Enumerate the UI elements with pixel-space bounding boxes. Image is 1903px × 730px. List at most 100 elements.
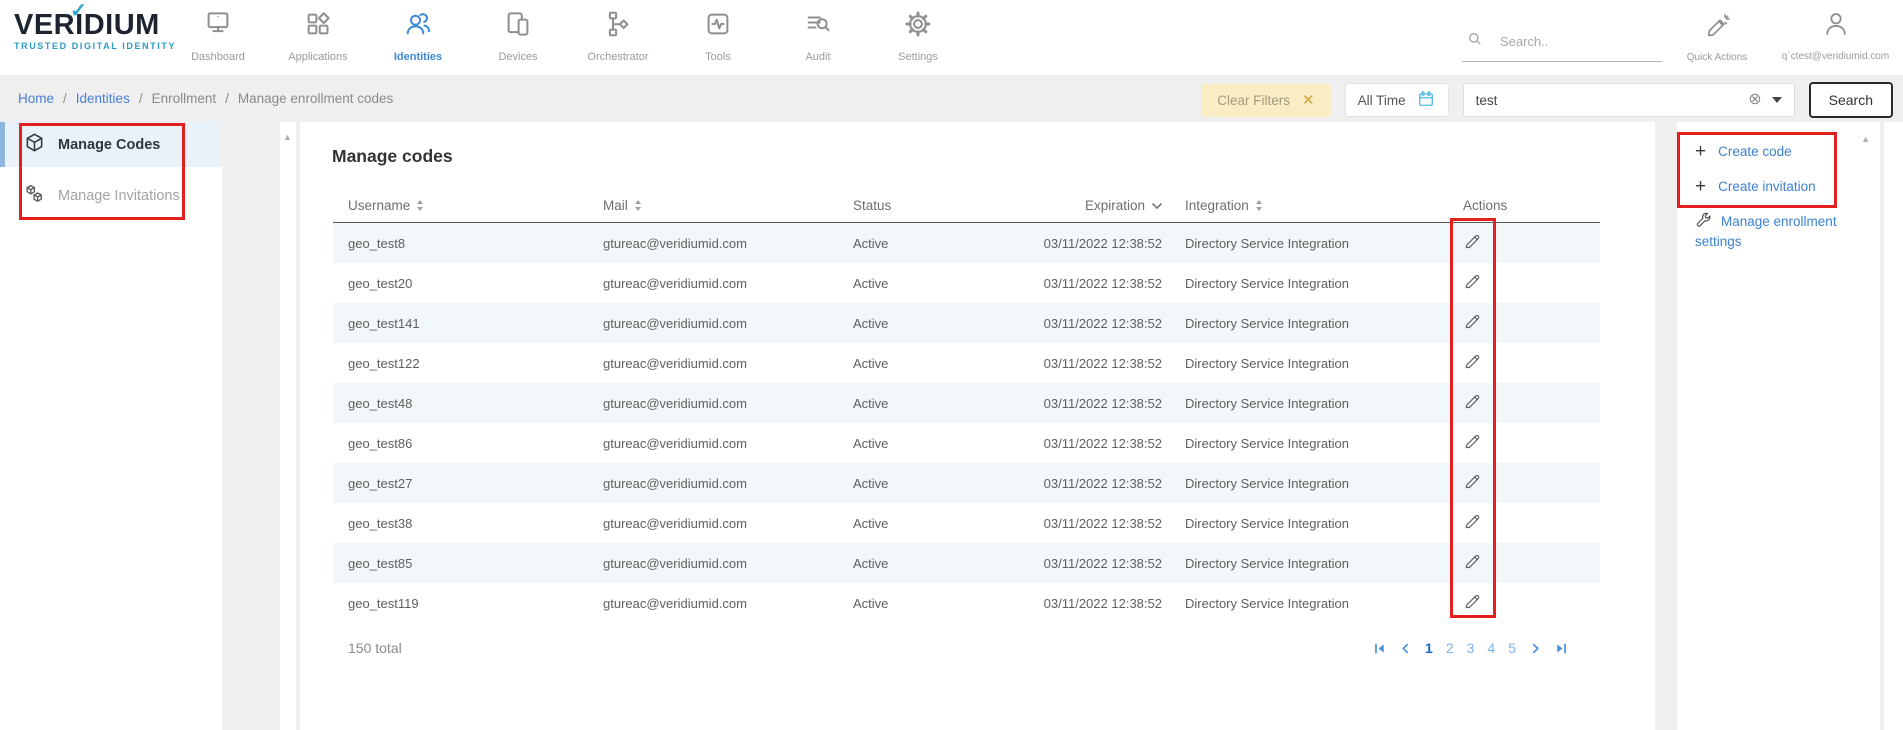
nav-item-orchestrator[interactable]: Orchestrator [568,0,668,75]
cell-mail: gtureac@veridiumid.com [603,356,853,371]
page-number[interactable]: 3 [1467,640,1475,656]
column-header-mail[interactable]: Mail [603,198,853,213]
pagination-pages: 12345 [1425,640,1516,656]
cell-integration: Directory Service Integration [1178,556,1440,571]
cell-mail: gtureac@veridiumid.com [603,436,853,451]
cell-username: geo_test38 [333,516,603,531]
nav-item-audit[interactable]: Audit [768,0,868,75]
breadcrumb: Home / Identities / Enrollment / Manage … [0,91,393,106]
edit-pencil-icon[interactable] [1463,272,1482,291]
cell-integration: Directory Service Integration [1178,236,1440,251]
column-header-expiration[interactable]: Expiration [1033,198,1178,213]
cell-expiration: 03/11/2022 12:38:52 [1033,476,1178,491]
cell-status: Active [853,516,1033,531]
cell-expiration: 03/11/2022 12:38:52 [1033,316,1178,331]
search-button[interactable]: Search [1809,82,1893,118]
clear-search-icon[interactable]: ⊗ [1748,92,1761,108]
cell-mail: gtureac@veridiumid.com [603,516,853,531]
user-menu[interactable]: q`ctest@veridiumid.com [1768,10,1903,62]
search-icon [1466,30,1484,53]
edit-pencil-icon[interactable] [1463,392,1482,411]
sort-icon [417,200,423,211]
sidebar-item-manage-codes[interactable]: Manage Codes [0,122,222,167]
cell-integration: Directory Service Integration [1178,596,1440,611]
edit-pencil-icon[interactable] [1463,472,1482,491]
cell-integration: Directory Service Integration [1178,396,1440,411]
clear-filters-button[interactable]: Clear Filters ✕ [1201,84,1330,117]
page-number[interactable]: 2 [1446,640,1454,656]
veridium-logo[interactable]: VER✓IDIUM TRUSTED DIGITAL IDENTITY [14,10,176,51]
nav-label: Devices [498,51,537,63]
sidebar-item-manage-invitations[interactable]: Manage Invitations [0,173,222,218]
create-code-button[interactable]: + Create code [1695,142,1866,161]
nav-label: Orchestrator [587,51,648,63]
column-header-status[interactable]: Status [853,198,1033,213]
cell-status: Active [853,356,1033,371]
breadcrumb-enrollment: Enrollment [152,91,217,106]
cell-username: geo_test141 [333,316,603,331]
sidebar-scrollbar[interactable]: ▲ [280,122,296,730]
edit-pencil-icon[interactable] [1463,512,1482,531]
cubes-icon [24,183,45,208]
column-header-integration[interactable]: Integration [1178,198,1440,213]
last-page-icon[interactable] [1555,642,1568,655]
edit-pencil-icon[interactable] [1463,592,1482,611]
table-row: geo_test86 gtureac@veridiumid.com Active… [333,423,1600,463]
next-page-icon[interactable] [1529,642,1542,655]
cell-integration: Directory Service Integration [1178,356,1440,371]
cell-expiration: 03/11/2022 12:38:52 [1033,516,1178,531]
audit-icon [803,9,833,44]
logo-check-icon: ✓ [70,0,87,26]
page-scrollbar[interactable] [1884,122,1903,730]
global-search-input[interactable] [1500,34,1650,49]
cube-icon [24,132,45,157]
plus-icon: + [1695,177,1706,196]
page-number[interactable]: 1 [1425,640,1433,656]
sort-icon [635,200,641,211]
nav-item-devices[interactable]: Devices [468,0,568,75]
chevron-down-icon[interactable] [1772,97,1782,103]
table-row: geo_test48 gtureac@veridiumid.com Active… [333,383,1600,423]
cell-username: geo_test8 [333,236,603,251]
sidebar-item-label: Manage Invitations [58,188,180,204]
page-number[interactable]: 5 [1508,640,1516,656]
breadcrumb-identities[interactable]: Identities [76,91,130,106]
time-filter-dropdown[interactable]: All Time [1345,83,1449,117]
create-invitation-button[interactable]: + Create invitation [1695,177,1866,196]
prev-page-icon[interactable] [1399,642,1412,655]
edit-pencil-icon[interactable] [1463,432,1482,451]
cell-expiration: 03/11/2022 12:38:52 [1033,556,1178,571]
nav-item-settings[interactable]: Settings [868,0,968,75]
edit-pencil-icon[interactable] [1463,352,1482,371]
edit-pencil-icon[interactable] [1463,232,1482,251]
table-row: geo_test122 gtureac@veridiumid.com Activ… [333,343,1600,383]
table-search-input[interactable] [1476,93,1739,108]
nav-item-applications[interactable]: Applications [268,0,368,75]
sidebar-item-label: Manage Codes [58,137,160,153]
cell-status: Active [853,436,1033,451]
nav-item-dashboard[interactable]: Dashboard [168,0,268,75]
left-sidebar: Manage Codes Manage Invitations [0,122,222,730]
cell-username: geo_test48 [333,396,603,411]
create-invitation-label: Create invitation [1718,179,1816,194]
nav-label: Dashboard [191,51,245,63]
edit-pencil-icon[interactable] [1463,552,1482,571]
quick-actions-button[interactable]: Quick Actions [1686,12,1748,63]
scroll-up-icon[interactable]: ▲ [283,132,292,142]
filter-controls: Clear Filters ✕ All Time ⊗ Search [1201,82,1893,118]
edit-pencil-icon[interactable] [1463,312,1482,331]
column-header-username[interactable]: Username [333,198,603,213]
nav-item-identities[interactable]: Identities [368,0,468,75]
page-number[interactable]: 4 [1487,640,1495,656]
first-page-icon[interactable] [1373,642,1386,655]
cell-integration: Directory Service Integration [1178,276,1440,291]
manage-codes-panel: Manage codes Username Mail Status Expira… [300,122,1655,730]
manage-enrollment-settings-link[interactable]: Manage enrollment settings [1695,212,1866,252]
cell-expiration: 03/11/2022 12:38:52 [1033,436,1178,451]
nav-label: Identities [394,51,442,63]
breadcrumb-home[interactable]: Home [18,91,54,106]
nav-item-tools[interactable]: Tools [668,0,768,75]
table-header: Username Mail Status Expiration Integrat… [333,189,1600,223]
scroll-up-icon[interactable]: ▲ [1861,134,1870,144]
breadcrumb-current-page: Manage enrollment codes [238,91,393,106]
